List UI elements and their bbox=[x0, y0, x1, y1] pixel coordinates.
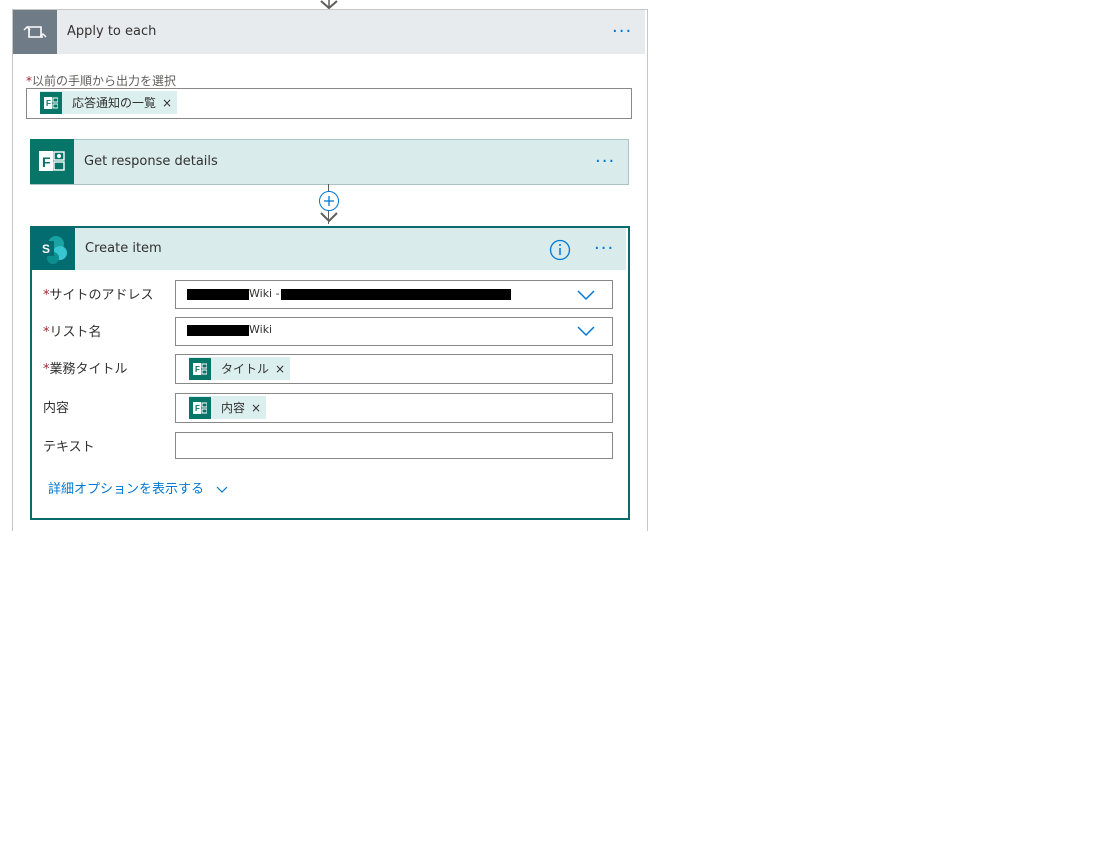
get-response-details-title: Get response details bbox=[84, 154, 218, 169]
show-advanced-options-link[interactable]: 詳細オプションを表示する bbox=[48, 478, 228, 497]
add-step-button[interactable] bbox=[319, 191, 339, 211]
forms-icon: F bbox=[30, 139, 74, 184]
remove-token-button[interactable]: × bbox=[275, 362, 290, 376]
site-address-label-text: サイトのアドレス bbox=[49, 288, 154, 303]
chevron-down-icon[interactable] bbox=[577, 325, 595, 337]
show-advanced-options-label: 詳細オプションを表示する bbox=[48, 482, 205, 497]
plus-icon bbox=[324, 196, 334, 206]
remove-token-button[interactable]: × bbox=[162, 96, 177, 110]
response-list-token-label: 応答通知の一覧 bbox=[72, 96, 157, 110]
select-output-label-text: 以前の手順から出力を選択 bbox=[32, 74, 177, 88]
forms-icon: F bbox=[189, 357, 211, 380]
redaction-bar bbox=[281, 289, 511, 300]
chevron-down-icon[interactable] bbox=[577, 289, 595, 301]
task-title-label: *業務タイトル bbox=[43, 358, 128, 377]
chevron-down-icon bbox=[216, 486, 228, 493]
list-name-value: Wiki bbox=[249, 323, 273, 336]
select-output-label: *以前の手順から出力を選択 bbox=[26, 72, 176, 89]
create-item-title: Create item bbox=[85, 241, 162, 256]
list-name-label: *リスト名 bbox=[43, 321, 102, 340]
redaction-bar bbox=[187, 325, 249, 336]
svg-text:F: F bbox=[195, 404, 200, 413]
content-token[interactable]: F 内容 × bbox=[189, 396, 267, 419]
content-input[interactable]: F 内容 × bbox=[175, 393, 613, 423]
site-address-label: *サイトのアドレス bbox=[43, 284, 154, 303]
info-icon[interactable] bbox=[549, 239, 571, 261]
forms-icon: F bbox=[189, 396, 211, 419]
svg-text:F: F bbox=[46, 99, 51, 108]
forms-icon: F bbox=[40, 91, 62, 114]
loop-more-options-button[interactable]: ··· bbox=[612, 23, 632, 41]
loop-icon bbox=[13, 10, 57, 54]
task-title-input[interactable]: F タイトル × bbox=[175, 354, 613, 384]
text-input[interactable] bbox=[175, 432, 613, 459]
apply-to-each-title: Apply to each bbox=[67, 24, 157, 39]
get-response-more-options-button[interactable]: ··· bbox=[595, 153, 615, 171]
content-label: 内容 bbox=[43, 401, 70, 416]
svg-text:F: F bbox=[195, 365, 200, 374]
svg-text:S: S bbox=[42, 242, 50, 256]
sharepoint-icon: S bbox=[32, 228, 75, 270]
select-output-input[interactable]: F 応答通知の一覧 × bbox=[26, 88, 632, 119]
connector-arrow-icon bbox=[320, 212, 338, 223]
task-title-label-text: 業務タイトル bbox=[49, 362, 128, 377]
list-name-label-text: リスト名 bbox=[49, 325, 102, 340]
redaction-bar bbox=[187, 289, 249, 300]
svg-text:F: F bbox=[42, 154, 51, 170]
text-label: テキスト bbox=[43, 440, 95, 455]
response-list-token[interactable]: F 応答通知の一覧 × bbox=[40, 91, 178, 114]
content-token-label: 内容 bbox=[221, 401, 246, 415]
site-address-value: Wiki - bbox=[249, 287, 280, 300]
remove-token-button[interactable]: × bbox=[251, 401, 266, 415]
title-token-label: タイトル bbox=[221, 362, 270, 376]
create-item-more-options-button[interactable]: ··· bbox=[594, 240, 614, 258]
title-token[interactable]: F タイトル × bbox=[189, 357, 291, 380]
